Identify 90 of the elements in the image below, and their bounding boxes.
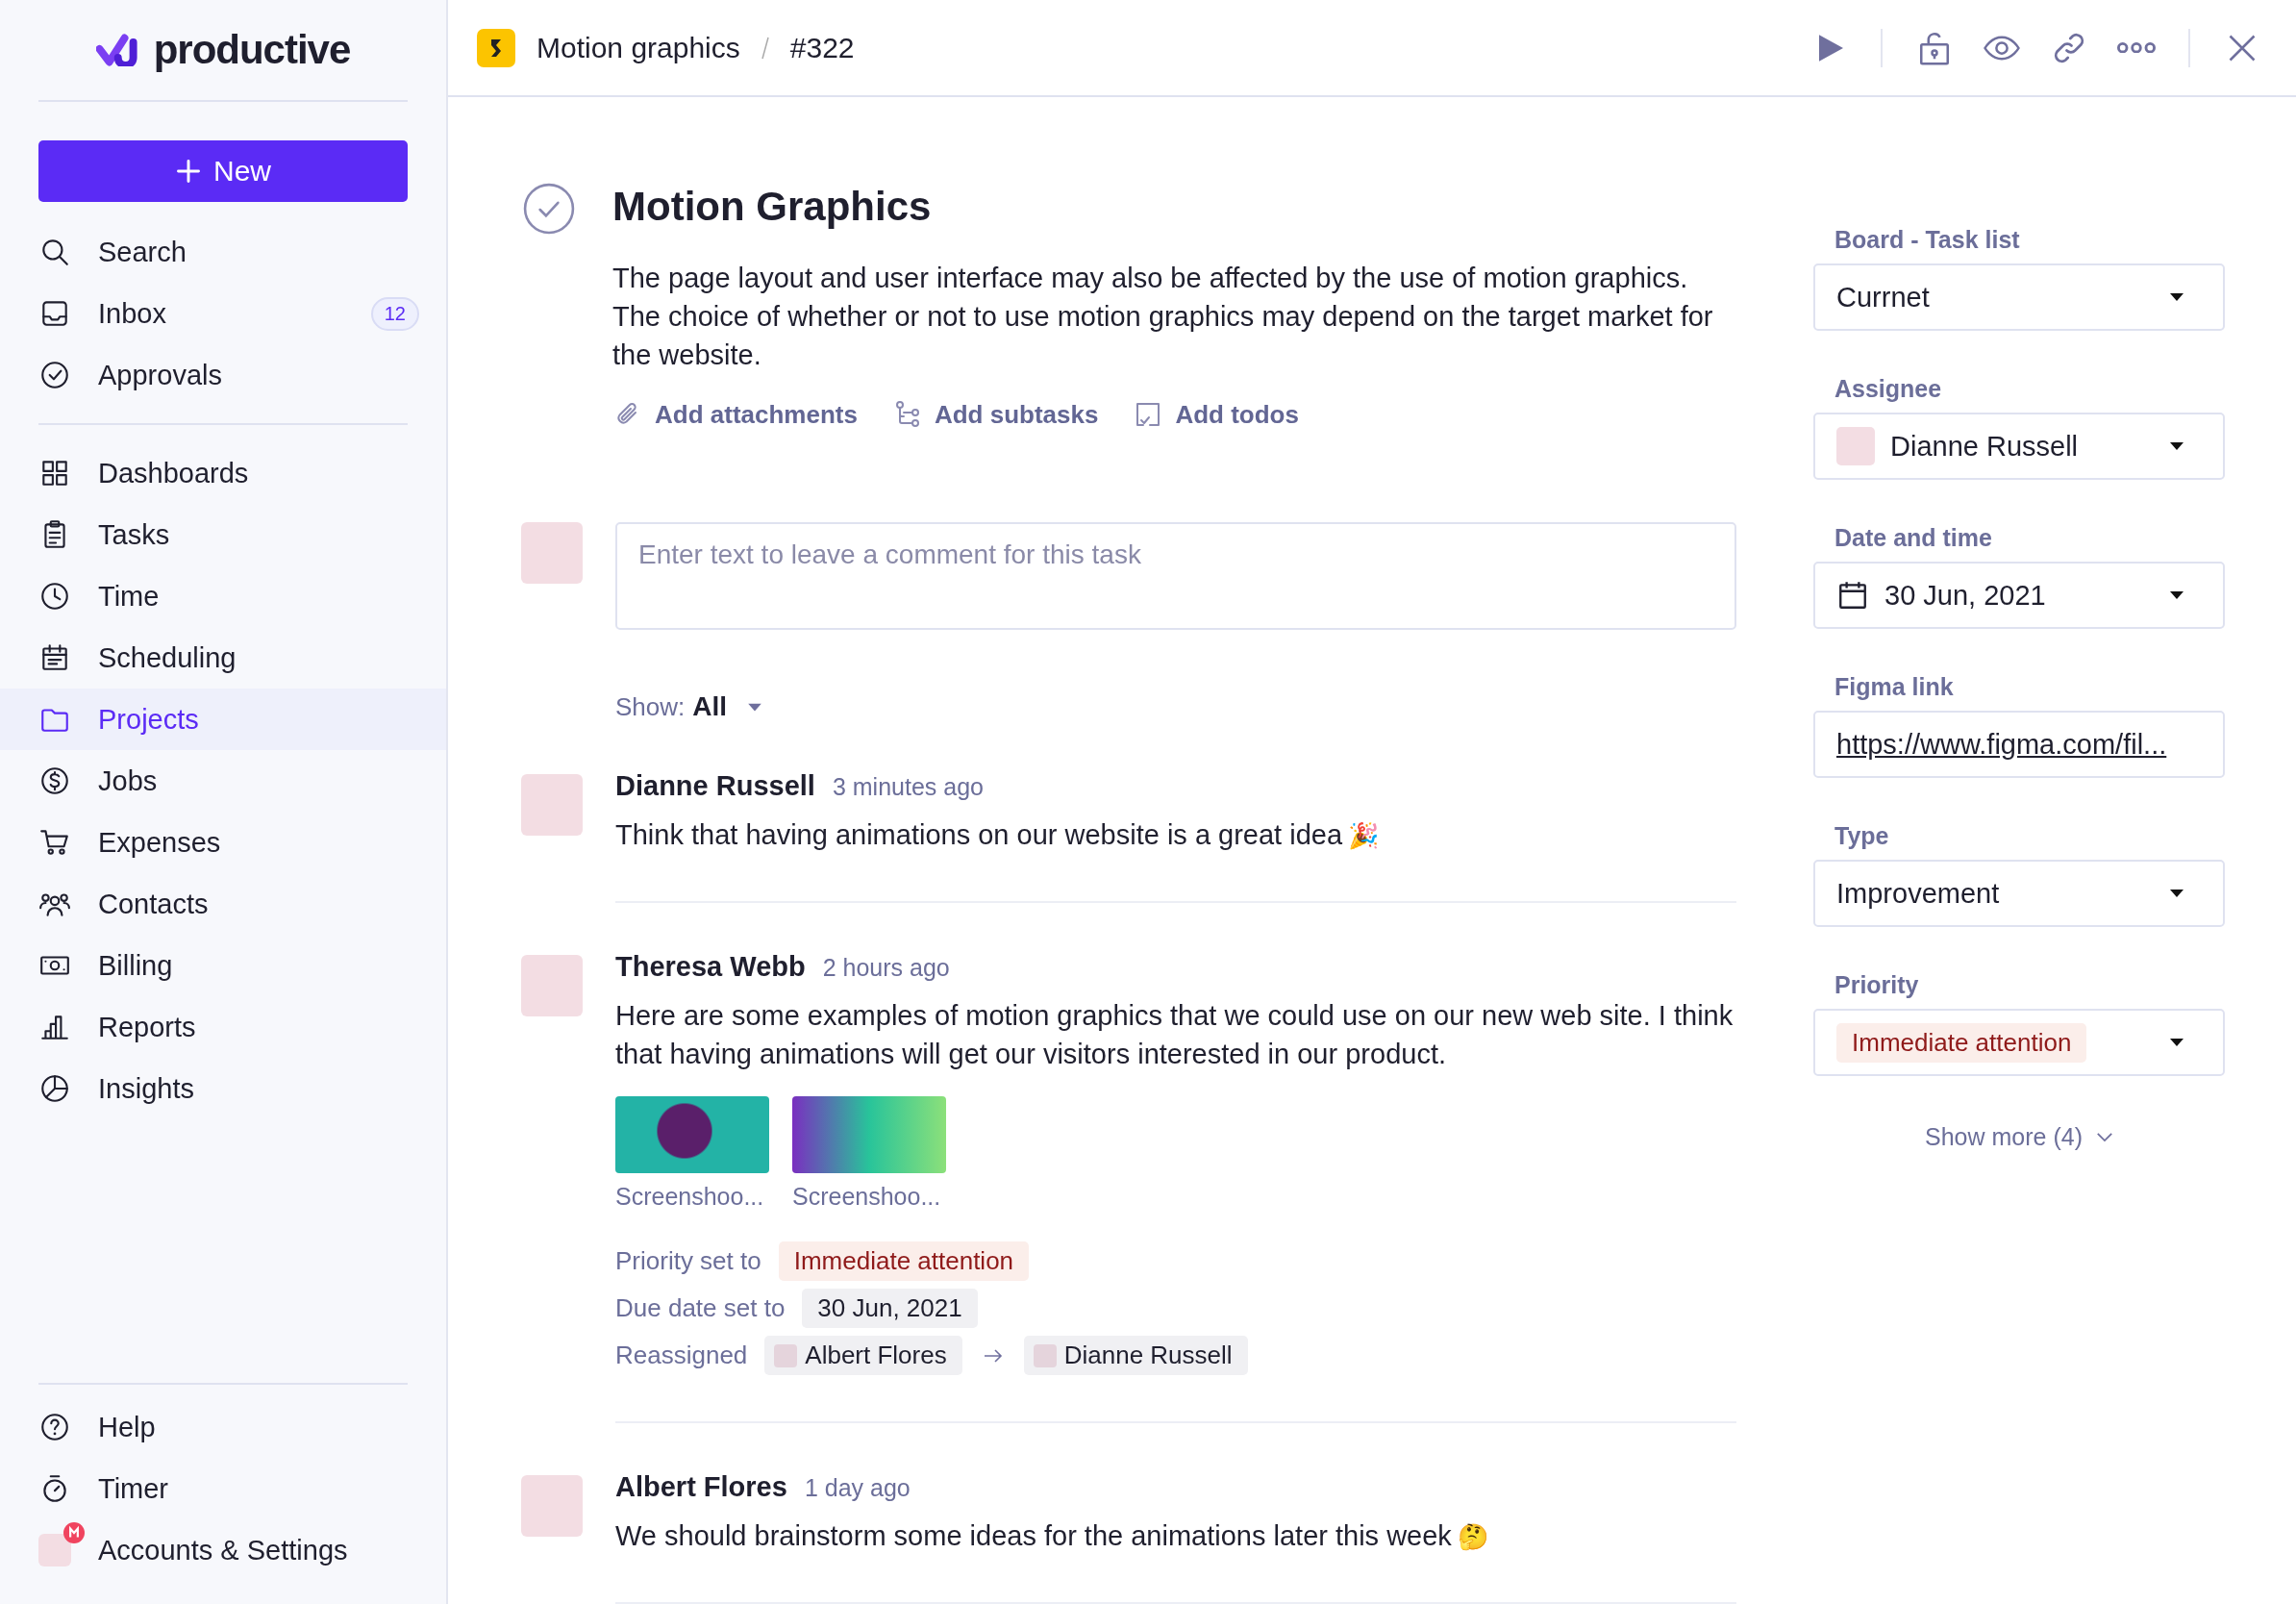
field-label: Type	[1834, 822, 1890, 850]
comment-author: Albert Flores	[615, 1471, 787, 1503]
add-action-button[interactable]: Add attachments	[612, 399, 858, 430]
show-filter-dropdown[interactable]: Show: All	[615, 691, 764, 722]
nav-item[interactable]: Help	[0, 1396, 446, 1458]
avatar	[521, 774, 583, 836]
nav-item[interactable]: Inbox 12	[0, 283, 446, 344]
avatar	[774, 1343, 798, 1367]
nav-item[interactable]: Reports	[0, 996, 446, 1058]
nav-item[interactable]: Search	[0, 221, 446, 283]
avatar	[521, 1475, 583, 1537]
logo-text: productive	[153, 27, 351, 73]
avatar	[1836, 427, 1875, 465]
figma-link[interactable]: https://www.figma.com/fil...	[1836, 728, 2167, 761]
caret-icon	[2169, 441, 2184, 451]
nav-item[interactable]: Projects	[0, 689, 446, 750]
nav-item[interactable]: Approvals	[0, 344, 446, 406]
comment-text: We should brainstorm some ideas for the animations later this week	[615, 1520, 1452, 1551]
nav-item[interactable]: Contacts	[0, 873, 446, 935]
nav-item[interactable]: Jobs	[0, 750, 446, 812]
image-thumbnail[interactable]	[792, 1096, 946, 1173]
field-label: Figma link	[1834, 673, 1955, 701]
pie-chart-icon	[38, 1072, 71, 1105]
notification-badge-icon	[63, 1522, 85, 1543]
select-dropdown[interactable]: 30 Jun, 2021	[1813, 562, 2225, 629]
comment-text: Think that having animations on our website is a great idea	[615, 819, 1343, 850]
person-chip: Albert Flores	[764, 1336, 962, 1375]
change-label: Priority set to	[615, 1246, 761, 1276]
complete-checkbox-icon[interactable]	[523, 183, 575, 235]
count-badge: 12	[370, 296, 419, 331]
show-more-button[interactable]: Show more (4)	[1919, 1122, 2119, 1152]
task-number: #322	[789, 31, 855, 64]
field-label: Board - Task list	[1834, 226, 2021, 254]
change-label: Reassigned	[615, 1341, 748, 1370]
nav-item[interactable]: Expenses	[0, 812, 446, 873]
avatar	[521, 955, 583, 1016]
new-button[interactable]: New	[38, 140, 408, 202]
comment-text: Here are some examples of motion graphics that we could use on our new web site. I think that having animations will get our visitors interested in our product.	[615, 1000, 1734, 1069]
change-label: Due date set to	[615, 1293, 786, 1323]
caret-icon	[2169, 1038, 2184, 1047]
nav-item[interactable]: Insights	[0, 1058, 446, 1119]
task-title: Motion Graphics	[612, 184, 933, 230]
avatar	[1033, 1343, 1057, 1367]
field-label: Priority	[1834, 971, 1920, 999]
clock-icon	[38, 580, 71, 613]
nav-item[interactable]: Timer	[0, 1458, 446, 1519]
person-chip: Dianne Russell	[1023, 1336, 1248, 1375]
emoji: 🤔	[1457, 1522, 1488, 1551]
select-dropdown[interactable]: Immediate attention	[1813, 1009, 2225, 1076]
nav-item[interactable]: Scheduling	[0, 627, 446, 689]
avatar	[521, 522, 583, 584]
project-logo-icon	[477, 28, 515, 67]
dollar-circle-icon	[38, 764, 71, 797]
caret-icon	[2169, 292, 2184, 302]
attachment-name: Screenshoo...	[615, 1183, 765, 1211]
task-description: The page layout and user interface may also be affected by the use of motion graphics. The choice of whether or not to use motion graphics may depend on the target market for the website.	[612, 262, 1714, 372]
chevron-down-icon	[2095, 1132, 2113, 1142]
arrow-icon	[983, 1348, 1003, 1363]
plus-icon	[175, 158, 202, 185]
nav-item[interactable]: Accounts & Settings	[0, 1519, 446, 1581]
attachment-name: Screenshoo...	[792, 1183, 942, 1211]
comment-field[interactable]: Enter text to leave a comment for this task	[615, 522, 1736, 630]
field-label: Date and time	[1834, 524, 1993, 552]
link-field[interactable]: https://www.figma.com/fil...	[1813, 711, 2225, 778]
priority-tag: Immediate attention	[778, 1241, 1030, 1281]
select-dropdown[interactable]: Currnet	[1813, 263, 2225, 331]
emoji: 🎉	[1348, 821, 1380, 850]
more-icon	[2117, 41, 2156, 54]
nav-item[interactable]: Dashboards	[0, 442, 446, 504]
nav-item[interactable]: Billing	[0, 935, 446, 996]
comment-time: 3 minutes ago	[832, 773, 984, 801]
caret-icon	[2169, 590, 2184, 600]
nav-item[interactable]: Tasks	[0, 504, 446, 565]
comment-time: 1 day ago	[804, 1474, 911, 1502]
help-icon	[38, 1411, 71, 1443]
date-chip: 30 Jun, 2021	[802, 1289, 978, 1328]
nav-item[interactable]: Time	[0, 565, 446, 627]
add-action-button[interactable]: Add subtasks	[891, 399, 1099, 430]
select-dropdown[interactable]: Dianne Russell	[1813, 413, 2225, 480]
field-label: Assignee	[1834, 375, 1943, 403]
comment-author: Dianne Russell	[615, 770, 815, 802]
calendar-icon	[1836, 579, 1869, 612]
comment-author: Theresa Webb	[615, 951, 806, 983]
check-circle-icon	[38, 359, 71, 391]
breadcrumb-link[interactable]: Motion graphics	[537, 31, 740, 64]
add-action-button[interactable]: Add todos	[1133, 399, 1299, 430]
comment-time: 2 hours ago	[822, 954, 950, 982]
image-thumbnail[interactable]	[615, 1096, 769, 1173]
select-dropdown[interactable]: Improvement	[1813, 860, 2225, 927]
caret-icon	[2169, 889, 2184, 898]
